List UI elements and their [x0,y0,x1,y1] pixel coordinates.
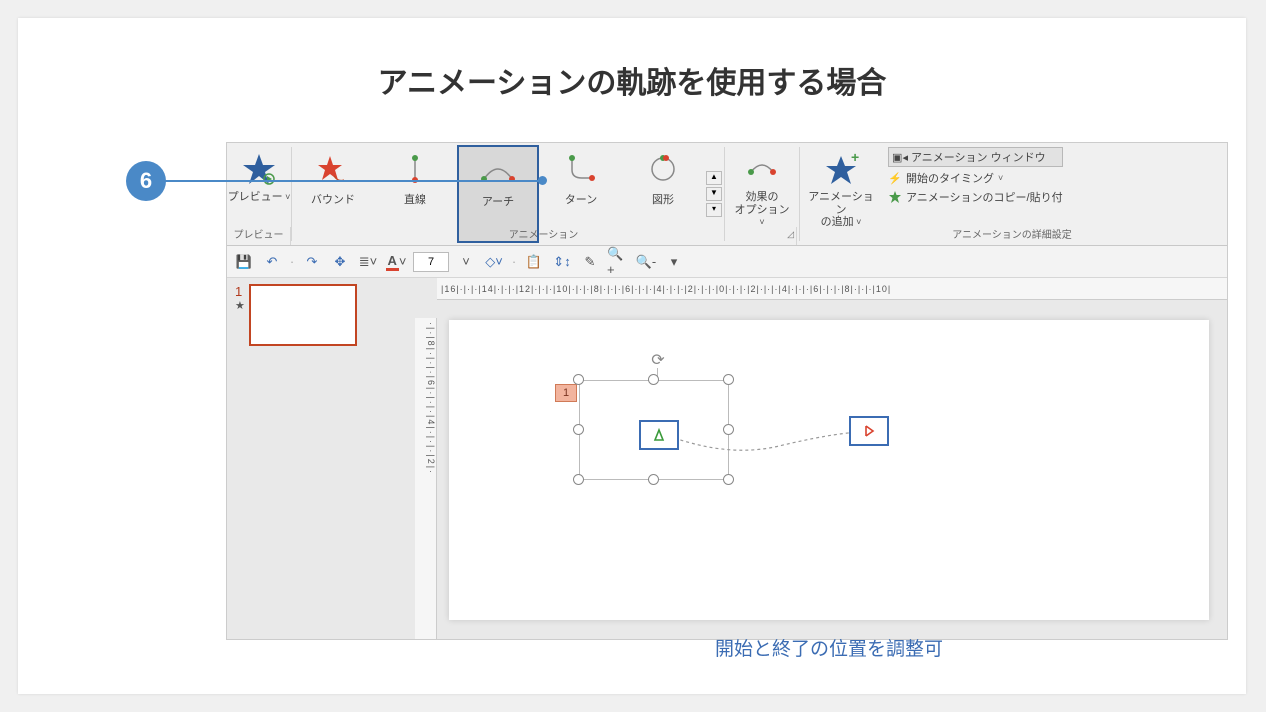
align-icon[interactable]: ⇕↕ [551,251,573,273]
gallery-item-label: アーチ [482,193,514,209]
resize-handle[interactable] [723,474,734,485]
zoom-in-icon[interactable]: 🔍+ [607,251,629,273]
motion-path-line[interactable] [669,428,859,458]
add-animation-icon: + [810,147,872,191]
step-connector-dot [538,176,547,185]
font-size-dropdown-icon[interactable]: ˅ [455,251,477,273]
gallery-item-label: バウンド [311,191,355,207]
shapes-icon[interactable]: ◇˅ [483,251,505,273]
thumbnail-panel: 1 ★ [227,278,407,639]
thumbnail-number: 1 [235,284,245,299]
paste-icon[interactable]: 📋 [523,251,545,273]
effect-options-icon [731,147,793,191]
motion-path-end-marker[interactable] [849,416,889,446]
trigger-timing-button[interactable]: ⚡ 開始のタイミング ˅ [888,170,1063,186]
animation-pane-icon: ▣◂ [893,150,907,164]
preview-label[interactable]: プレビュー [228,191,291,204]
effect-options-label: 効果の オプション [731,191,793,229]
step-connector-line [158,180,543,182]
preview-icon[interactable] [228,147,290,191]
redo-icon[interactable]: ↷ [301,251,323,273]
animation-order-tag[interactable]: 1 [555,384,577,402]
arc-path-icon [478,153,518,189]
slide-canvas[interactable]: 1 ⟳ [449,320,1209,620]
save-icon[interactable]: 💾 [233,251,255,273]
work-area: 1 ★ |16|·|·|·|14|·|·|·|12|·|·|·|10|·|·|·… [227,278,1227,639]
animation-painter-icon [888,190,902,204]
advanced-group-label: アニメーションの詳細設定 [797,227,1227,245]
resize-handle[interactable] [573,474,584,485]
font-color-icon[interactable]: A˅ [385,251,407,273]
gallery-item-label: 図形 [652,191,674,207]
rotate-handle-icon[interactable]: ⟳ [649,350,667,368]
animation-painter-button[interactable]: アニメーションのコピー/貼り付 [888,189,1063,205]
svg-text:+: + [851,152,859,165]
resize-handle[interactable] [573,424,584,435]
undo-icon[interactable]: ↶ [261,251,283,273]
separator: · [289,251,295,273]
quick-access-toolbar: 💾 ↶ · ↷ ✥ ≣˅ A˅ 7 ˅ ◇˅ · 📋 ⇕↕ ✎ 🔍+ 🔍- ▾ [227,246,1227,278]
add-animation-label: アニメーション の追加 [806,191,876,229]
page-title: アニメーションの軌跡を使用する場合 [18,18,1246,102]
canvas-area: |16|·|·|·|14|·|·|·|12|·|·|·|10|·|·|·|8|·… [407,278,1227,639]
shape-path-icon [648,151,678,187]
animation-pane-label: アニメーション ウィンドウ [911,149,1046,165]
turn-path-icon [564,151,598,187]
animation-pane-button[interactable]: ▣◂ アニメーション ウィンドウ [888,147,1063,167]
trigger-timing-label: 開始のタイミング [906,170,994,186]
edit-icon[interactable]: ✎ [579,251,601,273]
lightning-icon: ⚡ [888,171,902,185]
preview-group-label: プレビュー [227,227,291,245]
thumbnail-row[interactable]: 1 ★ [235,284,399,346]
gallery-item-label: ターン [565,191,597,207]
step-badge: 6 [126,161,166,201]
vertical-ruler: ·|·|8|·|·|·|6|·|·|·|4|·|·|·|2|· [415,318,437,639]
motion-path-start-marker[interactable] [639,420,679,450]
resize-handle[interactable] [648,474,659,485]
powerpoint-window: プレビュー バウンド 直線 [226,142,1228,640]
resize-handle[interactable] [723,374,734,385]
animation-painter-label: アニメーションのコピー/貼り付 [906,189,1063,205]
bullets-icon[interactable]: ≣˅ [357,251,379,273]
resize-handle[interactable] [573,374,584,385]
thumbnail-image[interactable] [249,284,357,346]
caption-text: 開始と終了の位置を調整可 [449,634,1209,661]
ribbon: プレビュー バウンド 直線 [227,143,1227,246]
chevron-down-icon: ˅ [998,173,1003,183]
font-size-input[interactable]: 7 [413,252,449,272]
resize-handle[interactable] [648,374,659,385]
touch-mouse-icon[interactable]: ✥ [329,251,351,273]
thumbnail-anim-indicator-icon: ★ [235,299,245,312]
dialog-launcher-icon[interactable]: ◿ [787,225,794,243]
gallery-item-label: 直線 [404,191,426,207]
horizontal-ruler: |16|·|·|·|14|·|·|·|12|·|·|·|10|·|·|·|8|·… [437,278,1227,300]
separator: · [511,251,517,273]
animation-group-label: アニメーション ◿ [291,227,797,245]
zoom-out-icon[interactable]: 🔍- [635,251,657,273]
qat-more-icon[interactable]: ▾ [663,251,685,273]
